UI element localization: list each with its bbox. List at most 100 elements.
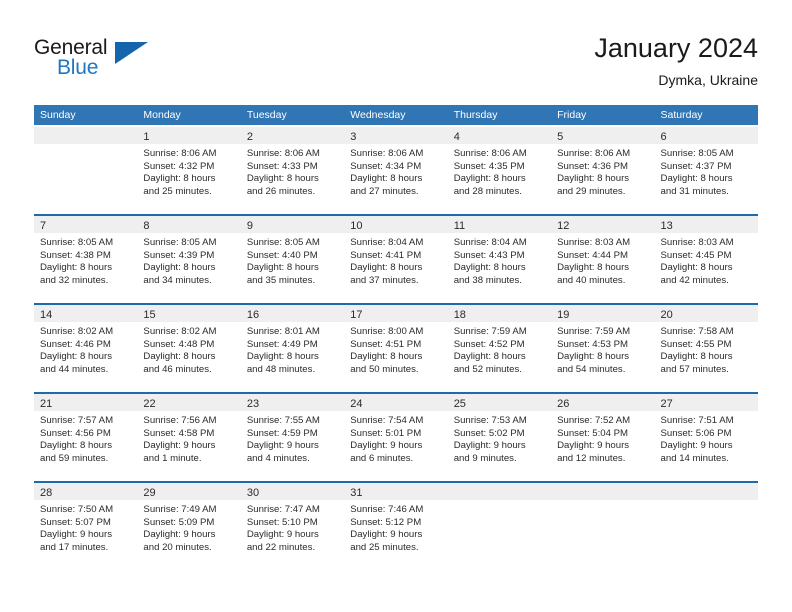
day-details: Sunrise: 7:56 AM Sunset: 4:58 PM Dayligh…: [137, 411, 240, 465]
day-details: Sunrise: 8:06 AM Sunset: 4:32 PM Dayligh…: [137, 144, 240, 198]
day-cell[interactable]: 5 Sunrise: 8:06 AM Sunset: 4:36 PM Dayli…: [551, 127, 655, 214]
day-cell[interactable]: 30 Sunrise: 7:47 AM Sunset: 5:10 PM Dayl…: [240, 483, 345, 570]
day-cell[interactable]: 4 Sunrise: 8:06 AM Sunset: 4:35 PM Dayli…: [447, 127, 552, 214]
page-header: General Blue January 2024 Dymka, Ukraine: [0, 0, 792, 100]
sunset-text: Sunset: 4:39 PM: [143, 249, 215, 261]
day-cell[interactable]: 19 Sunrise: 7:59 AM Sunset: 4:53 PM Dayl…: [551, 305, 655, 392]
day-details: Sunrise: 8:05 AM Sunset: 4:39 PM Dayligh…: [137, 233, 240, 287]
sunset-text: Sunset: 5:06 PM: [660, 427, 732, 439]
calendar-grid: Sunday Monday Tuesday Wednesday Thursday…: [34, 105, 758, 570]
day-number: 4: [453, 131, 460, 143]
daylight-text-line1: Daylight: 8 hours: [40, 262, 112, 274]
day-cell[interactable]: 28 Sunrise: 7:50 AM Sunset: 5:07 PM Dayl…: [34, 483, 138, 570]
daylight-text-line1: Daylight: 8 hours: [660, 173, 733, 185]
daylight-text-line1: Daylight: 8 hours: [350, 262, 423, 274]
day-details: Sunrise: 7:51 AM Sunset: 5:06 PM Dayligh…: [655, 411, 758, 465]
day-cell[interactable]: 13 Sunrise: 8:03 AM Sunset: 4:45 PM Dayl…: [654, 216, 758, 303]
daylight-text-line1: Daylight: 8 hours: [660, 351, 733, 363]
sunrise-text: Sunrise: 7:57 AM: [40, 415, 114, 426]
day-number: 24: [350, 398, 363, 410]
day-number: 27: [660, 398, 673, 410]
day-details: Sunrise: 7:57 AM Sunset: 4:56 PM Dayligh…: [34, 411, 137, 465]
sunrise-text: Sunrise: 8:05 AM: [143, 237, 217, 248]
daylight-text-line1: Daylight: 8 hours: [453, 173, 526, 185]
day-details: Sunrise: 7:50 AM Sunset: 5:07 PM Dayligh…: [34, 500, 137, 554]
sunset-text: Sunset: 4:53 PM: [557, 338, 629, 350]
day-cell[interactable]: 1 Sunrise: 8:06 AM Sunset: 4:32 PM Dayli…: [137, 127, 241, 214]
day-cell[interactable]: 16 Sunrise: 8:01 AM Sunset: 4:49 PM Dayl…: [240, 305, 345, 392]
day-cell[interactable]: 17 Sunrise: 8:00 AM Sunset: 4:51 PM Dayl…: [344, 305, 448, 392]
sunset-text: Sunset: 4:58 PM: [143, 427, 215, 439]
day-details: Sunrise: 7:59 AM Sunset: 4:53 PM Dayligh…: [551, 322, 654, 376]
day-cell[interactable]: 21 Sunrise: 7:57 AM Sunset: 4:56 PM Dayl…: [34, 394, 138, 481]
day-cell[interactable]: [654, 483, 758, 570]
day-cell[interactable]: 23 Sunrise: 7:55 AM Sunset: 4:59 PM Dayl…: [240, 394, 345, 481]
week-row: 14 Sunrise: 8:02 AM Sunset: 4:46 PM Dayl…: [34, 303, 758, 392]
daylight-text-line1: Daylight: 9 hours: [143, 440, 216, 452]
week-row: 1 Sunrise: 8:06 AM Sunset: 4:32 PM Dayli…: [34, 125, 758, 214]
day-cell[interactable]: 11 Sunrise: 8:04 AM Sunset: 4:43 PM Dayl…: [447, 216, 552, 303]
day-cell[interactable]: 31 Sunrise: 7:46 AM Sunset: 5:12 PM Dayl…: [344, 483, 448, 570]
day-details: Sunrise: 8:03 AM Sunset: 4:44 PM Dayligh…: [551, 233, 654, 287]
sunset-text: Sunset: 4:41 PM: [350, 249, 422, 261]
day-cell[interactable]: 14 Sunrise: 8:02 AM Sunset: 4:46 PM Dayl…: [34, 305, 138, 392]
day-details: Sunrise: 7:49 AM Sunset: 5:09 PM Dayligh…: [137, 500, 240, 554]
day-details: [34, 144, 137, 148]
day-cell[interactable]: [34, 127, 138, 214]
week-row: 21 Sunrise: 7:57 AM Sunset: 4:56 PM Dayl…: [34, 392, 758, 481]
day-number: 9: [246, 220, 253, 232]
day-cell[interactable]: 27 Sunrise: 7:51 AM Sunset: 5:06 PM Dayl…: [654, 394, 758, 481]
sunrise-text: Sunrise: 7:53 AM: [453, 415, 527, 426]
day-details: Sunrise: 8:04 AM Sunset: 4:43 PM Dayligh…: [448, 233, 551, 287]
sunset-text: Sunset: 5:12 PM: [350, 516, 422, 528]
day-cell[interactable]: 26 Sunrise: 7:52 AM Sunset: 5:04 PM Dayl…: [551, 394, 655, 481]
sunset-text: Sunset: 4:34 PM: [350, 160, 422, 172]
sunset-text: Sunset: 5:02 PM: [453, 427, 525, 439]
daylight-text-line1: Daylight: 9 hours: [557, 440, 630, 452]
daylight-text-line2: and 1 minute.: [143, 452, 202, 464]
day-number: 20: [660, 309, 673, 321]
day-cell[interactable]: 29 Sunrise: 7:49 AM Sunset: 5:09 PM Dayl…: [137, 483, 241, 570]
sunset-text: Sunset: 4:35 PM: [453, 160, 525, 172]
daylight-text-line2: and 14 minutes.: [660, 452, 729, 464]
day-cell[interactable]: 6 Sunrise: 8:05 AM Sunset: 4:37 PM Dayli…: [654, 127, 758, 214]
daylight-text-line1: Daylight: 8 hours: [453, 262, 526, 274]
day-cell[interactable]: [551, 483, 655, 570]
daylight-text-line2: and 29 minutes.: [557, 185, 626, 197]
daylight-text-line2: and 54 minutes.: [557, 363, 626, 375]
day-cell[interactable]: 8 Sunrise: 8:05 AM Sunset: 4:39 PM Dayli…: [137, 216, 241, 303]
day-cell[interactable]: 2 Sunrise: 8:06 AM Sunset: 4:33 PM Dayli…: [240, 127, 345, 214]
day-cell[interactable]: 20 Sunrise: 7:58 AM Sunset: 4:55 PM Dayl…: [654, 305, 758, 392]
daylight-text-line2: and 34 minutes.: [143, 274, 212, 286]
day-cell[interactable]: 22 Sunrise: 7:56 AM Sunset: 4:58 PM Dayl…: [137, 394, 241, 481]
brand-logo[interactable]: General Blue: [34, 36, 164, 84]
day-details: Sunrise: 8:05 AM Sunset: 4:38 PM Dayligh…: [34, 233, 137, 287]
day-cell[interactable]: 24 Sunrise: 7:54 AM Sunset: 5:01 PM Dayl…: [344, 394, 448, 481]
day-number: 22: [143, 398, 156, 410]
day-number: 8: [143, 220, 150, 232]
day-number: 23: [246, 398, 260, 410]
day-cell[interactable]: [447, 483, 552, 570]
day-number: 6: [660, 131, 667, 143]
daylight-text-line2: and 4 minutes.: [246, 452, 310, 464]
day-cell[interactable]: 10 Sunrise: 8:04 AM Sunset: 4:41 PM Dayl…: [344, 216, 448, 303]
daylight-text-line2: and 50 minutes.: [350, 363, 419, 375]
day-cell[interactable]: 25 Sunrise: 7:53 AM Sunset: 5:02 PM Dayl…: [447, 394, 552, 481]
day-cell[interactable]: 3 Sunrise: 8:06 AM Sunset: 4:34 PM Dayli…: [344, 127, 448, 214]
sunset-text: Sunset: 4:55 PM: [660, 338, 732, 350]
daylight-text-line1: Daylight: 8 hours: [143, 351, 216, 363]
daylight-text-line1: Daylight: 8 hours: [557, 173, 630, 185]
day-cell[interactable]: 9 Sunrise: 8:05 AM Sunset: 4:40 PM Dayli…: [240, 216, 345, 303]
sunrise-text: Sunrise: 8:05 AM: [246, 237, 320, 248]
sunset-text: Sunset: 5:01 PM: [350, 427, 422, 439]
sunrise-text: Sunrise: 8:06 AM: [350, 148, 424, 159]
day-cell[interactable]: 15 Sunrise: 8:02 AM Sunset: 4:48 PM Dayl…: [137, 305, 241, 392]
sunset-text: Sunset: 5:10 PM: [246, 516, 318, 528]
day-number: 19: [557, 309, 570, 321]
day-cell[interactable]: 12 Sunrise: 8:03 AM Sunset: 4:44 PM Dayl…: [551, 216, 655, 303]
sunrise-text: Sunrise: 8:04 AM: [453, 237, 527, 248]
day-cell[interactable]: 18 Sunrise: 7:59 AM Sunset: 4:52 PM Dayl…: [447, 305, 552, 392]
day-cell[interactable]: 7 Sunrise: 8:05 AM Sunset: 4:38 PM Dayli…: [34, 216, 138, 303]
daylight-text-line2: and 35 minutes.: [246, 274, 316, 286]
week-row: 7 Sunrise: 8:05 AM Sunset: 4:38 PM Dayli…: [34, 214, 758, 303]
